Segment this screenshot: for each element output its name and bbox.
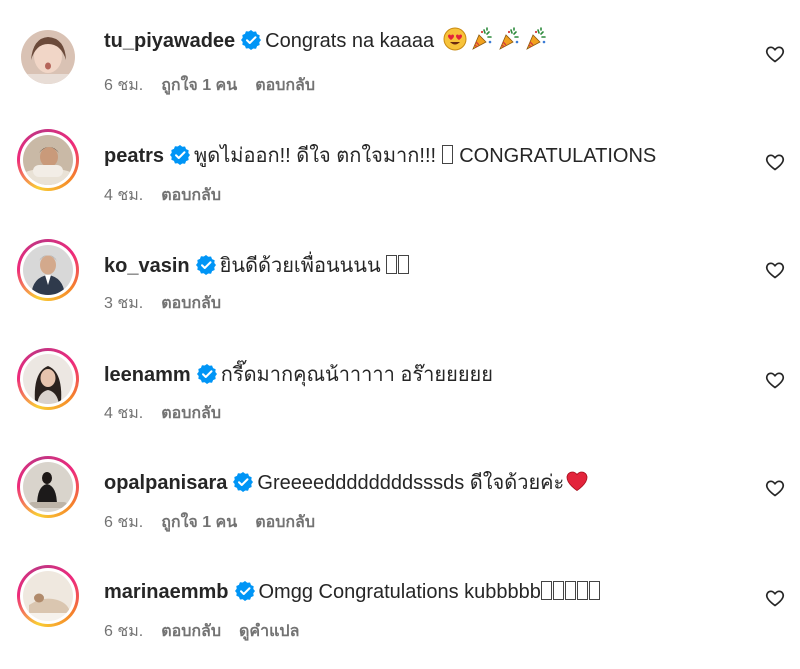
like-heart-icon[interactable] [765, 588, 785, 608]
comment-meta: 3 ชม. ตอบกลับ [104, 294, 239, 314]
missing-glyph-icon [398, 255, 410, 274]
comment-text: ยินดีด้วยเพื่อนนนน [219, 255, 381, 277]
avatar-image [23, 245, 73, 295]
see-translation-button[interactable]: ดูคำแปล [239, 623, 299, 640]
comment-item: ko_vasin ยินดีด้วยเพื่อนนนน 3 ชม. ตอบกลับ [0, 239, 800, 339]
reply-button[interactable]: ตอบกลับ [255, 514, 315, 531]
comment-time: 6 ชม. [104, 514, 144, 531]
verified-badge-icon [196, 364, 217, 384]
username[interactable]: opalpanisara [104, 472, 227, 494]
like-heart-icon[interactable] [765, 478, 785, 498]
avatar[interactable] [21, 30, 75, 84]
party-popper-icon [471, 27, 492, 50]
reply-button[interactable]: ตอบกลับ [161, 295, 221, 312]
comment-text: Omgg Congratulations kubbbbb [258, 581, 541, 603]
missing-glyph-icon [576, 581, 588, 600]
avatar[interactable] [17, 565, 79, 627]
comment-time: 6 ชม. [104, 77, 144, 94]
username[interactable]: leenamm [104, 364, 191, 386]
comment-line: tu_piyawadee Congrats na kaaaa [104, 26, 548, 56]
username[interactable]: ko_vasin [104, 255, 190, 277]
comment-meta: 6 ชม. ถูกใจ 1 คน ตอบกลับ [104, 513, 333, 533]
comment-time: 4 ชม. [104, 405, 144, 422]
comment-line: leenamm กรี๊ดมากคุณน้าาาาา อร๊ายยยยย [104, 360, 493, 390]
comment-item: leenamm กรี๊ดมากคุณน้าาาาา อร๊ายยยยย 4 ชม… [0, 348, 800, 448]
missing-glyph-icon [588, 581, 600, 600]
comment-text: กรี๊ดมากคุณน้าาาาา อร๊ายยยยย [220, 364, 493, 386]
missing-glyph-icon [552, 581, 564, 600]
verified-badge-icon [233, 472, 254, 492]
missing-glyph-icon [564, 581, 576, 600]
username[interactable]: tu_piyawadee [104, 30, 235, 52]
comment-line: peatrs พูดไม่ออก!! ดีใจ ตกใจมาก!!! CONGRA… [104, 141, 656, 171]
reply-button[interactable]: ตอบกลับ [161, 187, 221, 204]
red-heart-icon [566, 471, 588, 491]
comment-meta: 6 ชม. ถูกใจ 1 คน ตอบกลับ [104, 76, 333, 96]
comment-time: 4 ชม. [104, 187, 144, 204]
avatar-image [21, 30, 75, 84]
comment-text: Greeeeddddddddsssds ดีใจด้วยค่ะ [257, 472, 565, 494]
reply-button[interactable]: ตอบกลับ [161, 623, 221, 640]
comment-meta: 4 ชม. ตอบกลับ [104, 404, 239, 424]
username[interactable]: marinaemmb [104, 581, 229, 603]
party-popper-icon [498, 27, 519, 50]
verified-badge-icon [195, 255, 216, 275]
verified-badge-icon [234, 581, 255, 601]
reply-button[interactable]: ตอบกลับ [161, 405, 221, 422]
comment-line: ko_vasin ยินดีด้วยเพื่อนนนน [104, 251, 410, 281]
like-heart-icon[interactable] [765, 152, 785, 172]
username[interactable]: peatrs [104, 145, 164, 167]
avatar-image [23, 354, 73, 404]
like-heart-icon[interactable] [765, 370, 785, 390]
verified-badge-icon [241, 30, 262, 50]
comment-item: peatrs พูดไม่ออก!! ดีใจ ตกใจมาก!!! CONGRA… [0, 129, 800, 229]
likes-count-link[interactable]: ถูกใจ 1 คน [161, 514, 237, 531]
comment-line: marinaemmb Omgg Congratulations kubbbbb [104, 577, 601, 607]
comment-text: พูดไม่ออก!! ดีใจ ตกใจมาก!!! [194, 145, 437, 167]
comment-meta: 6 ชม. ตอบกลับ ดูคำแปล [104, 622, 317, 642]
comment-time: 3 ชม. [104, 295, 144, 312]
avatar[interactable] [17, 239, 79, 301]
missing-glyph-icon [540, 581, 552, 600]
missing-glyph-icon [386, 255, 398, 274]
reply-button[interactable]: ตอบกลับ [255, 77, 315, 94]
avatar-image [23, 462, 73, 512]
avatar[interactable] [17, 456, 79, 518]
comment-text-suffix: CONGRATULATIONS [459, 145, 657, 167]
comment-item: marinaemmb Omgg Congratulations kubbbbb 6… [0, 565, 800, 665]
avatar[interactable] [17, 348, 79, 410]
heart-eyes-icon [443, 27, 467, 51]
comment-time: 6 ชม. [104, 623, 144, 640]
comment-text: Congrats na kaaaa [265, 30, 435, 52]
comment-line: opalpanisara Greeeeddddddddsssds ดีใจด้วย… [104, 468, 589, 498]
comment-item: opalpanisara Greeeeddddddddsssds ดีใจด้วย… [0, 456, 800, 556]
likes-count-link[interactable]: ถูกใจ 1 คน [161, 77, 237, 94]
like-heart-icon[interactable] [765, 44, 785, 64]
avatar-image [23, 571, 73, 621]
comment-item: tu_piyawadee Congrats na kaaaa 6 ชม. ถูกใจ… [0, 26, 800, 126]
avatar[interactable] [17, 129, 79, 191]
avatar-image [23, 135, 73, 185]
like-heart-icon[interactable] [765, 260, 785, 280]
verified-badge-icon [170, 145, 191, 165]
comment-meta: 4 ชม. ตอบกลับ [104, 186, 239, 206]
party-popper-icon [525, 27, 546, 50]
missing-glyph-icon [441, 145, 453, 164]
